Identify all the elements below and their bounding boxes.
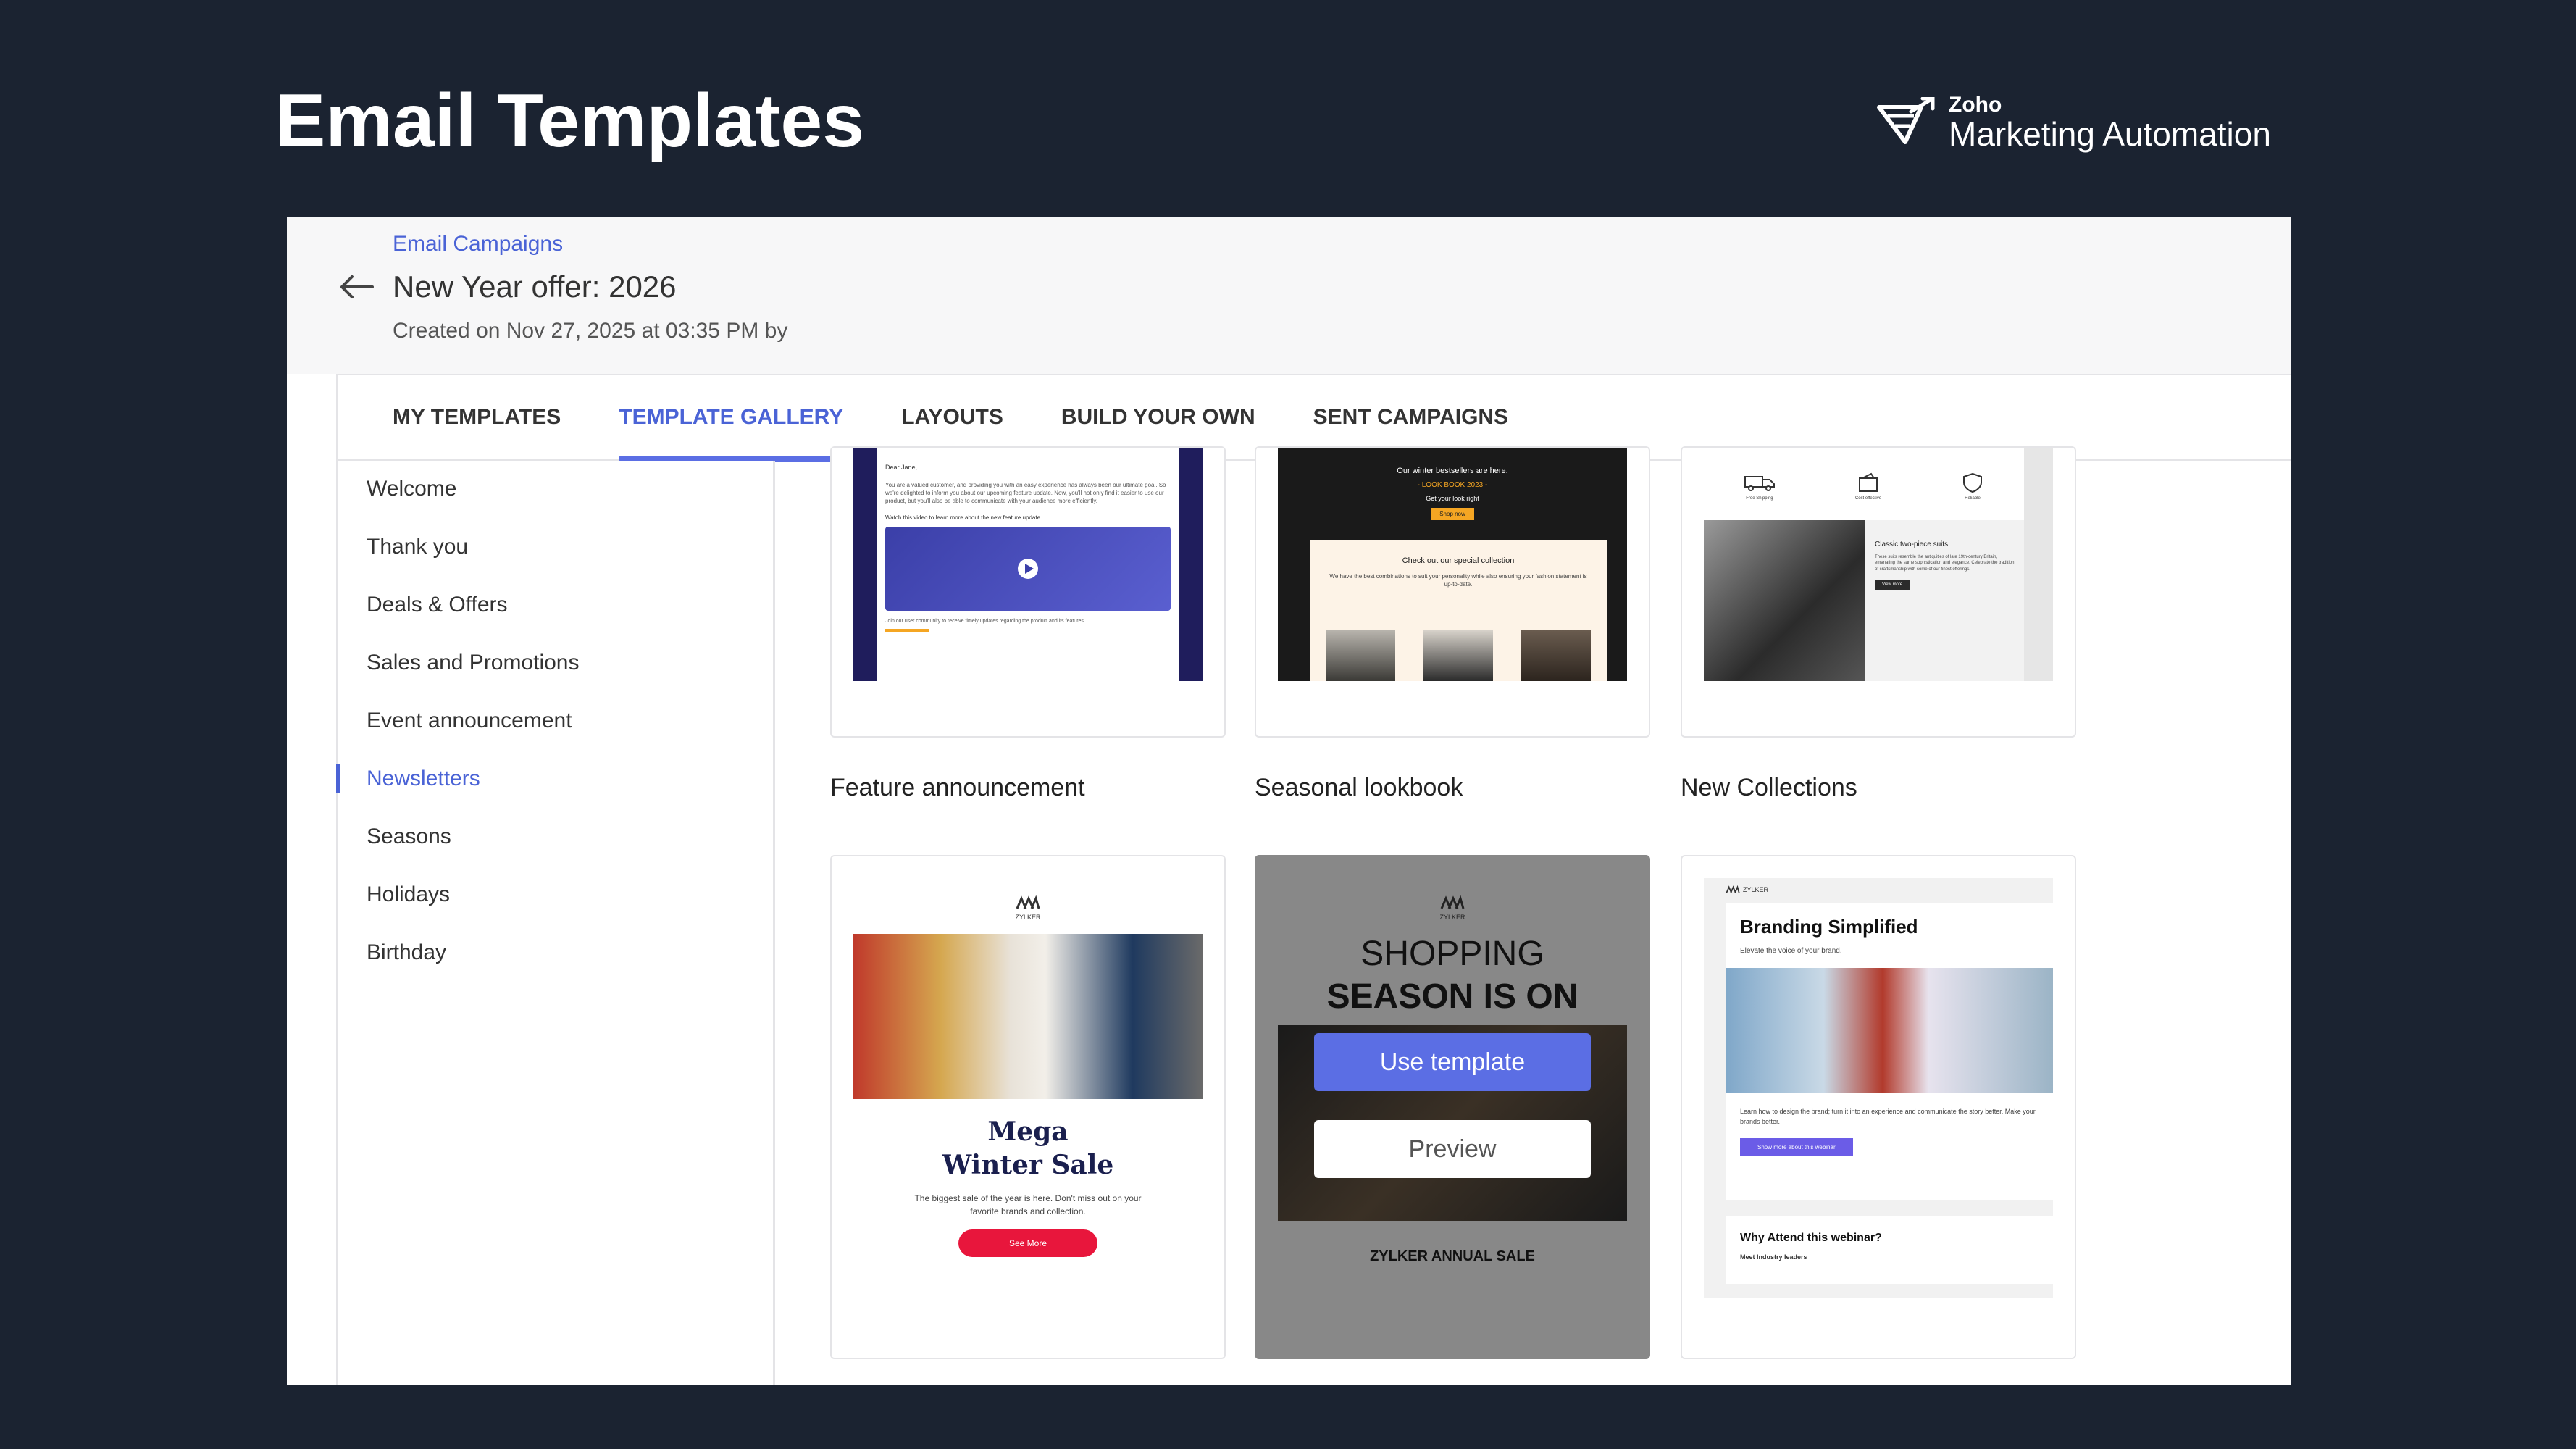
truck-icon (1744, 476, 1775, 491)
zoho-ma-logo-icon (1877, 97, 1935, 144)
thumb-suit-photo (1704, 520, 1865, 681)
wallet-icon (1858, 472, 1878, 492)
thumb-footer: Join our user community to receive timel… (885, 618, 1085, 624)
tab-sent-campaigns[interactable]: SENT CAMPAIGNS (1313, 405, 1508, 430)
thumb-mega-winter-sale: ZYLKER Mega Winter Sale The biggest sale… (853, 878, 1203, 1329)
thumb-section-body: Meet Industry leaders (1740, 1253, 1807, 1261)
campaign-title: New Year offer: 2026 (393, 270, 677, 304)
thumb-section-title: Check out our special collection (1402, 556, 1515, 565)
sidebar-item-welcome[interactable]: Welcome (367, 477, 456, 501)
play-icon (1018, 558, 1038, 579)
thumb-webinar-button: Show more about this webinar (1740, 1138, 1853, 1156)
thumb-body: These suits resemble the antiquities of … (1875, 555, 2015, 572)
zylker-logo-icon (1016, 895, 1040, 909)
thumb-office-photo (1726, 968, 2053, 1093)
template-card-branding-simplified[interactable]: ZYLKER Branding Simplified Elevate the v… (1681, 855, 2076, 1359)
thumb-icon-label: Free Shipping (1746, 496, 1773, 501)
zylker-logo-icon (1440, 895, 1465, 909)
thumb-seasonal-lookbook: Our winter bestsellers are here. - LOOK … (1278, 448, 1627, 681)
thumb-body: Learn how to design the brand; turn it i… (1740, 1108, 2036, 1125)
shield-icon (1963, 472, 1983, 493)
campaign-meta: Created on Nov 27, 2025 at 03:35 PM by (393, 319, 788, 343)
template-card-new-collections[interactable]: Free Shipping Cost effective Reliable Cl… (1681, 446, 2076, 738)
thumb-photo-2 (1423, 630, 1493, 681)
thumb-subhead: - LOOK BOOK 2023 - (1417, 481, 1488, 489)
thumb-title: Branding Simplified (1740, 916, 1918, 938)
sidebar-item-sales-promotions[interactable]: Sales and Promotions (367, 651, 580, 675)
thumb-icon-label: Reliable (1965, 496, 1981, 501)
template-card-feature-announcement[interactable]: Dear Jane, You are a valued customer, an… (830, 446, 1226, 738)
thumb-feature-announcement: Dear Jane, You are a valued customer, an… (853, 448, 1203, 681)
template-label: New Collections (1681, 774, 1857, 801)
campaign-header: Email Campaigns New Year offer: 2026 Cre… (287, 217, 2291, 374)
preview-button[interactable]: Preview (1314, 1120, 1591, 1178)
template-label: Feature announcement (830, 774, 1085, 801)
thumb-video-caption: Watch this video to learn more about the… (885, 514, 1041, 521)
thumb-body: The biggest sale of the year is here. Do… (914, 1193, 1142, 1216)
sidebar-active-marker (336, 764, 340, 793)
thumb-body: You are a valued customer, and providing… (885, 482, 1166, 505)
thumb-footer: ZYLKER ANNUAL SALE (1370, 1248, 1535, 1264)
sidebar-item-newsletters[interactable]: Newsletters (367, 767, 480, 791)
template-card-seasonal-lookbook[interactable]: Our winter bestsellers are here. - LOOK … (1255, 446, 1650, 738)
thumb-shopping-photo (853, 934, 1203, 1099)
thumb-section-title: Why Attend this webinar? (1740, 1232, 1882, 1244)
tab-template-gallery[interactable]: TEMPLATE GALLERY (619, 405, 844, 470)
sidebar-item-seasons[interactable]: Seasons (367, 824, 451, 849)
thumb-see-more-button: See More (958, 1229, 1098, 1257)
zylker-logo-icon (1726, 885, 1740, 894)
tab-layouts[interactable]: LAYOUTS (901, 405, 1003, 430)
app-window: Email Campaigns New Year offer: 2026 Cre… (287, 217, 2291, 1385)
thumb-new-collections: Free Shipping Cost effective Reliable Cl… (1704, 448, 2053, 681)
tab-my-templates[interactable]: MY TEMPLATES (393, 405, 561, 430)
thumb-subtitle: Elevate the voice of your brand. (1740, 947, 1842, 955)
thumb-logo-text: ZYLKER (1015, 914, 1041, 921)
brand-big-text: Marketing Automation (1949, 115, 2271, 153)
page-title: Email Templates (275, 79, 865, 163)
sidebar-item-event-announcement[interactable]: Event announcement (367, 709, 572, 733)
sidebar-item-birthday[interactable]: Birthday (367, 940, 446, 965)
breadcrumb[interactable]: Email Campaigns (393, 232, 563, 256)
tab-build-your-own[interactable]: BUILD YOUR OWN (1061, 405, 1255, 430)
thumb-accent-bar (885, 628, 929, 632)
category-sidebar: Welcome Thank you Deals & Offers Sales a… (336, 461, 775, 1385)
template-card-mega-winter-sale[interactable]: ZYLKER Mega Winter Sale The biggest sale… (830, 855, 1226, 1359)
thumb-photo-1 (1326, 630, 1395, 681)
thumb-line2: SEASON IS ON (1326, 977, 1578, 1016)
thumb-line1: SHOPPING (1360, 935, 1544, 973)
thumb-photo-3 (1521, 630, 1591, 681)
thumb-logo-text: ZYLKER (1439, 914, 1465, 921)
thumb-branding-simplified: ZYLKER Branding Simplified Elevate the v… (1704, 878, 2053, 1298)
thumb-title-line1: Mega (987, 1116, 1069, 1147)
sidebar-item-holidays[interactable]: Holidays (367, 882, 450, 907)
back-arrow-icon[interactable] (336, 267, 377, 307)
thumb-headline: Our winter bestsellers are here. (1397, 467, 1508, 475)
thumb-video (885, 526, 1171, 611)
sidebar-item-deals-offers[interactable]: Deals & Offers (367, 593, 508, 617)
use-template-button[interactable]: Use template (1314, 1033, 1591, 1091)
brand-logo: Zoho Marketing Automation (1876, 94, 2271, 151)
sidebar-item-thank-you[interactable]: Thank you (367, 535, 468, 559)
brand-small-text: Zoho (1949, 93, 2002, 117)
thumb-icon-label: Cost effective (1854, 496, 1882, 501)
thumb-section-body: We have the best combinations to suit yo… (1329, 573, 1587, 588)
thumb-shopping-season: ZYLKER SHOPPING SEASON IS ON ZYLKER ANNU… (1278, 878, 1627, 1329)
thumb-title: Classic two-piece suits (1875, 540, 1949, 548)
template-gallery-grid: Dear Jane, You are a valued customer, an… (775, 446, 2291, 1385)
template-card-shopping-season[interactable]: ZYLKER SHOPPING SEASON IS ON ZYLKER ANNU… (1255, 855, 1650, 1359)
thumb-title-line2: Winter Sale (942, 1150, 1114, 1180)
thumb-shop-button: Shop now (1431, 508, 1474, 520)
thumb-greeting: Dear Jane, (885, 464, 918, 471)
thumb-tagline: Get your look right (1426, 495, 1479, 502)
template-label: Seasonal lookbook (1255, 774, 1463, 801)
thumb-logo-text: ZYLKER (1743, 886, 1769, 893)
thumb-view-button: View more (1875, 580, 1910, 590)
